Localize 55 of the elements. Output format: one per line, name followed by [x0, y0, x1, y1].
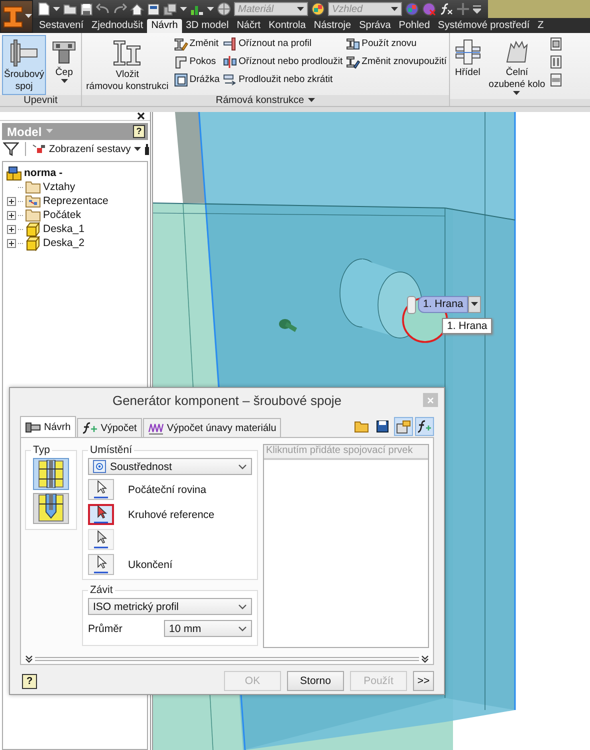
- tree-item[interactable]: Reprezentace: [43, 195, 108, 207]
- browser-header[interactable]: Model ?: [2, 123, 148, 140]
- field-label: Průměr: [88, 622, 122, 634]
- tree-item[interactable]: Vztahy: [43, 181, 76, 193]
- help-icon[interactable]: ?: [133, 125, 145, 138]
- selector-label: Počáteční rovina: [128, 484, 206, 496]
- ribbon-button[interactable]: Prodloužit nebo zkrátit: [222, 72, 343, 87]
- dialog-tab[interactable]: Výpočet únavy materiálu: [142, 418, 282, 437]
- tree-item[interactable]: Počátek: [43, 209, 81, 221]
- placement-dropdown[interactable]: Soustřednost: [88, 458, 252, 475]
- ribbon-tab[interactable]: Kontrola: [264, 19, 310, 33]
- group-title: Umístění: [89, 444, 134, 456]
- tree-item[interactable]: Deska_2: [43, 237, 84, 249]
- ribbon-tab[interactable]: Z: [534, 19, 548, 33]
- ribbon-tab[interactable]: Systémové prostředí: [434, 19, 534, 33]
- ribbon-tab[interactable]: Návrh: [147, 19, 182, 33]
- ribbon-button[interactable]: Změnit znovupoužití: [346, 54, 447, 69]
- diameter-dropdown[interactable]: 10 mm: [164, 620, 252, 637]
- ribbon-tab[interactable]: Správa: [355, 19, 395, 33]
- ribbon-button[interactable]: Čep: [49, 35, 80, 95]
- help-button[interactable]: ?: [22, 674, 37, 688]
- list-placeholder: Kliknutím přidáte spojovací prvek: [266, 445, 413, 456]
- selector-label: Kruhové reference: [128, 508, 214, 520]
- ribbon-button[interactable]: Šroubový spoj: [2, 35, 46, 95]
- tooltip: 1. Hrana: [442, 318, 492, 334]
- ribbon-tab[interactable]: Pohled: [394, 19, 434, 33]
- dialog-title: Generátor komponent – šroubové spoje: [112, 393, 342, 408]
- ribbon-button[interactable]: Hřídel: [452, 35, 484, 99]
- ribbon-tab[interactable]: Náčrt: [232, 19, 265, 33]
- ribbon-button[interactable]: Drážka: [174, 72, 220, 87]
- panel-title: Rámová konstrukce: [216, 95, 304, 106]
- dialog-button[interactable]: Storno: [287, 671, 344, 691]
- ribbon-button[interactable]: Čelní ozubené kolo: [486, 35, 548, 99]
- ribbon-button[interactable]: Změnit: [174, 36, 220, 51]
- dialog-tab[interactable]: Výpočet: [76, 418, 142, 437]
- tree-item[interactable]: norma -: [24, 167, 63, 179]
- browser-title: Model: [7, 124, 42, 138]
- ribbon-button[interactable]: Oříznout na profil: [222, 36, 343, 51]
- dialog-tab[interactable]: Návrh: [20, 416, 76, 437]
- group-title: Závit: [89, 584, 114, 596]
- view-label[interactable]: Zobrazení sestavy: [49, 144, 131, 154]
- tree-item[interactable]: Deska_1: [43, 223, 84, 235]
- selector-label: Ukončení: [128, 558, 172, 570]
- dialog-button[interactable]: >>: [413, 671, 434, 691]
- ribbon-tab[interactable]: Sestavení: [35, 19, 88, 33]
- ribbon-tab[interactable]: Nástroje: [310, 19, 356, 33]
- ribbon-button[interactable]: Vložit rámovou konstrukci: [84, 35, 171, 95]
- ribbon-tab[interactable]: 3D model: [182, 19, 233, 33]
- thread-dropdown[interactable]: ISO metrický profil: [88, 598, 252, 615]
- ribbon-button[interactable]: Pokos: [174, 54, 220, 69]
- panel-title: Upevnit: [24, 95, 58, 106]
- ribbon-button[interactable]: Použít znovu: [346, 36, 447, 51]
- ribbon-button[interactable]: Oříznout nebo prodloužit: [222, 54, 343, 69]
- group-title: Typ: [32, 444, 51, 456]
- ribbon-tab[interactable]: Zjednodušit: [87, 19, 148, 33]
